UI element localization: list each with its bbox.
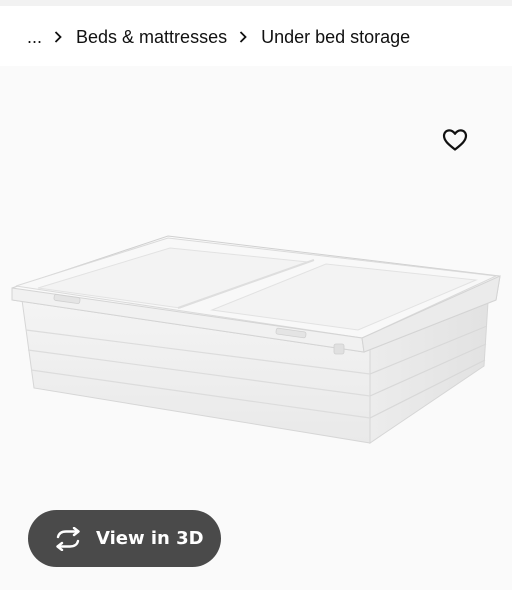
top-strip bbox=[0, 0, 512, 6]
breadcrumb-item-under-bed-storage[interactable]: Under bed storage bbox=[261, 27, 410, 48]
breadcrumb: ... Beds & mattresses Under bed storage bbox=[27, 24, 410, 50]
breadcrumb-ellipsis[interactable]: ... bbox=[27, 27, 42, 48]
under-bed-storage-box-image bbox=[11, 235, 501, 444]
chevron-right-icon bbox=[239, 31, 247, 43]
view-in-3d-button[interactable]: View in 3D bbox=[28, 510, 221, 567]
favourite-button[interactable] bbox=[440, 125, 470, 155]
product-image bbox=[8, 230, 504, 450]
view-in-3d-label: View in 3D bbox=[96, 528, 204, 549]
chevron-right-icon bbox=[54, 31, 62, 43]
heart-outline-icon bbox=[442, 129, 468, 151]
rotate-arrows-icon bbox=[52, 526, 84, 551]
breadcrumb-item-beds-mattresses[interactable]: Beds & mattresses bbox=[76, 27, 227, 48]
